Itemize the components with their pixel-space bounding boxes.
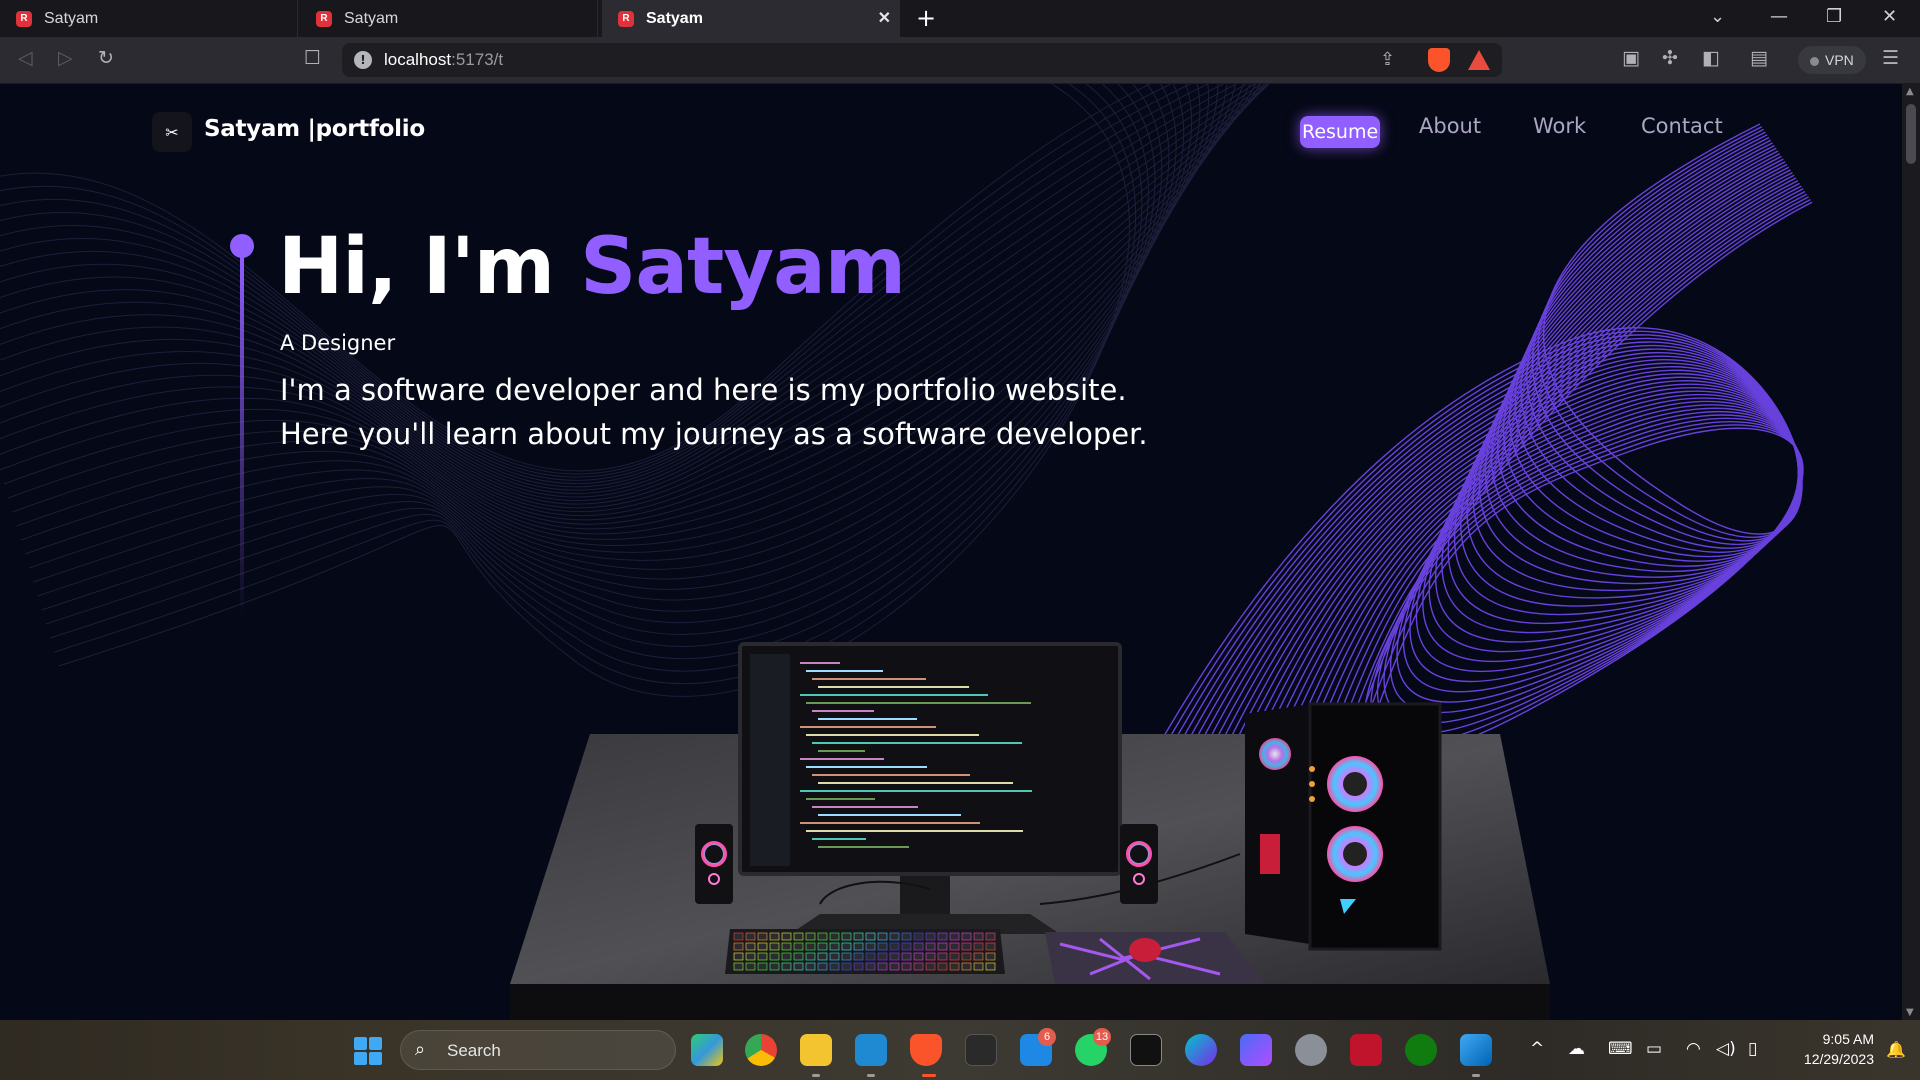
windows-start-icon[interactable] — [354, 1037, 382, 1065]
app-chrome-icon[interactable] — [745, 1034, 777, 1066]
nav-link-about[interactable]: About — [1419, 114, 1481, 138]
forward-icon[interactable]: ▷ — [58, 47, 73, 69]
tab-title: Satyam — [646, 9, 703, 27]
wifi-icon[interactable]: ◠ — [1686, 1039, 1701, 1059]
app-game-icon[interactable] — [1350, 1034, 1382, 1066]
search-icon: ⌕ — [415, 1039, 426, 1060]
hero-timeline-line — [240, 254, 244, 619]
scroll-down-icon[interactable]: ▼ — [1906, 1007, 1914, 1018]
split-view-icon[interactable]: ◧ — [1702, 47, 1720, 69]
tab-title: Satyam — [44, 9, 99, 27]
bookmark-icon[interactable]: ☐ — [304, 47, 321, 69]
reload-icon[interactable]: ↻ — [98, 47, 114, 69]
react-favicon-icon: R — [316, 10, 332, 27]
bell-icon[interactable]: 🔔 — [1886, 1040, 1906, 1059]
tray-overflow-icon[interactable]: ^ — [1530, 1039, 1544, 1059]
pc-tower-front — [1308, 702, 1442, 951]
browser-tab-1[interactable]: R Satyam — [0, 0, 298, 37]
volume-icon[interactable]: ◁) — [1716, 1039, 1736, 1059]
onedrive-icon[interactable]: ☁ — [1568, 1039, 1585, 1059]
tab-list-chevron-icon[interactable]: ⌄ — [1710, 6, 1725, 27]
nav-link-contact[interactable]: Contact — [1641, 114, 1723, 138]
new-tab-button[interactable]: + — [916, 4, 936, 32]
app-canva-icon[interactable] — [1185, 1034, 1217, 1066]
info-icon[interactable]: ! — [354, 51, 372, 69]
desktop-3d-model[interactable] — [500, 554, 1560, 1020]
whatsapp-badge: 13 — [1093, 1028, 1111, 1046]
minimize-button[interactable]: — — [1770, 6, 1788, 27]
share-icon[interactable]: ⇪ — [1380, 49, 1395, 70]
mail-badge: 6 — [1038, 1028, 1056, 1046]
hero-role: A Designer — [280, 331, 396, 355]
monitor-stand — [900, 874, 950, 914]
taskbar-clock[interactable]: 9:05 AM 12/29/2023 — [1804, 1029, 1874, 1069]
app-settings-icon[interactable] — [1295, 1034, 1327, 1066]
clock-date: 12/29/2023 — [1803, 1051, 1874, 1067]
page-scrollbar[interactable]: ▲ ▼ — [1902, 84, 1920, 1020]
search-label: Search — [447, 1041, 501, 1060]
browser-toolbar: ◁ ▷ ↻ ☐ ! localhost:5173/t ⇪ ▣ ✣ ◧ ▤ VPN… — [0, 37, 1920, 84]
nav-link-work[interactable]: Work — [1533, 114, 1586, 138]
editor-sidebar — [750, 654, 790, 866]
app-terminal-icon[interactable] — [965, 1034, 997, 1066]
close-window-button[interactable]: ✕ — [1882, 6, 1897, 27]
page-viewport: ✂ Satyam |portfolio Resume About Work Co… — [0, 84, 1902, 1020]
app-brave-icon[interactable] — [910, 1034, 942, 1066]
brave-shield-icon[interactable] — [1428, 48, 1450, 72]
hero-title: Hi, I'm Satyam — [278, 222, 906, 312]
sidebar-icon[interactable]: ▣ — [1622, 47, 1640, 69]
react-favicon-icon: R — [16, 10, 32, 27]
logo-text[interactable]: Satyam |portfolio — [204, 116, 425, 142]
url-text[interactable]: localhost:5173/t — [384, 50, 503, 70]
app-xbox-icon[interactable] — [1405, 1034, 1437, 1066]
wallet-icon[interactable]: ▤ — [1750, 47, 1768, 69]
app-copilot-icon[interactable] — [691, 1034, 723, 1066]
scroll-up-icon[interactable]: ▲ — [1906, 86, 1914, 97]
taskbar-search[interactable]: ⌕ Search — [400, 1030, 676, 1070]
clock-time: 9:05 AM — [1822, 1031, 1874, 1047]
react-favicon-icon: R — [618, 10, 634, 27]
close-tab-icon[interactable]: ✕ — [878, 8, 891, 28]
brave-rewards-icon[interactable] — [1468, 50, 1490, 70]
browser-tab-3[interactable]: R Satyam ✕ — [602, 0, 900, 37]
restore-button[interactable]: ❐ — [1826, 6, 1842, 27]
browser-tab-2[interactable]: R Satyam — [300, 0, 598, 37]
tab-title: Satyam — [344, 9, 399, 27]
mouse — [1129, 938, 1161, 962]
app-vscode-icon[interactable] — [855, 1034, 887, 1066]
menu-icon[interactable]: ☰ — [1882, 47, 1899, 69]
scroll-thumb[interactable] — [1906, 104, 1916, 164]
display-icon[interactable]: ▭ — [1646, 1039, 1662, 1059]
nav-resume-button[interactable]: Resume — [1300, 116, 1381, 148]
app-console-icon[interactable] — [1130, 1034, 1162, 1066]
app-copilot-2-icon[interactable] — [1240, 1034, 1272, 1066]
desk-edge — [510, 984, 1550, 1020]
browser-tab-bar: R Satyam R Satyam R Satyam ✕ + ⌄ — ❐ ✕ — [0, 0, 1920, 37]
hero-description: I'm a software developer and here is my … — [280, 373, 1148, 451]
monitor-screen — [738, 642, 1122, 876]
extensions-icon[interactable]: ✣ — [1662, 47, 1678, 69]
back-icon[interactable]: ◁ — [18, 47, 33, 69]
vpn-button[interactable]: VPN — [1798, 46, 1866, 74]
windows-taskbar: ⌕ Search 6 13 ^ ☁ ⌨ ▭ ◠ ◁) ▯ 9:05 AM 12/… — [0, 1020, 1920, 1080]
logo-icon[interactable]: ✂ — [152, 112, 192, 152]
hero-name: Satyam — [580, 222, 906, 312]
keyboard-icon[interactable]: ⌨ — [1608, 1039, 1633, 1059]
app-file-explorer-icon[interactable] — [800, 1034, 832, 1066]
battery-icon[interactable]: ▯ — [1748, 1039, 1757, 1059]
app-photos-icon[interactable] — [1460, 1034, 1492, 1066]
address-bar[interactable]: ! localhost:5173/t ⇪ — [342, 43, 1502, 77]
